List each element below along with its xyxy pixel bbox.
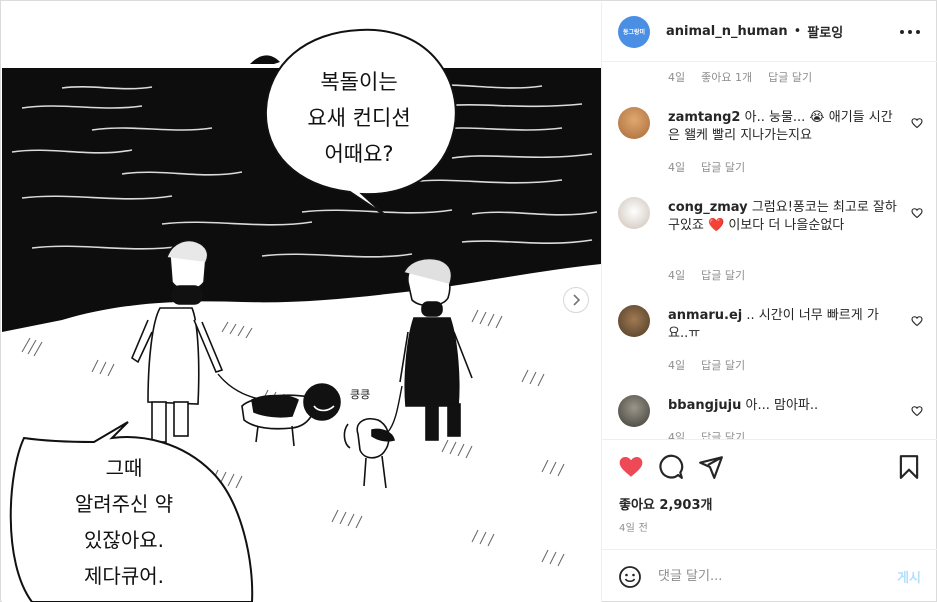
comment-likes[interactable]: 좋아요 1개 <box>701 69 752 85</box>
avatar-logo-text: 동그랑미 <box>622 29 646 36</box>
comment-icon[interactable] <box>658 454 684 480</box>
commenter-username[interactable]: anmaru.ej <box>668 308 742 323</box>
reply-button[interactable]: 답글 달기 <box>701 267 745 283</box>
next-image-button[interactable] <box>563 287 589 313</box>
commenter-username[interactable]: bbangjuju <box>668 398 741 413</box>
comments-list[interactable]: 4일 좋아요 1개 답글 달기 zamtang2 아.. 눙물... 😭 애기들… <box>602 63 937 439</box>
header-separator: • <box>793 24 802 39</box>
comment-age: 4일 <box>668 71 686 84</box>
commenter-avatar[interactable] <box>618 305 650 337</box>
author-username[interactable]: animal_n_human <box>666 24 788 39</box>
comment-meta: 4일 답글 달기 <box>668 357 745 373</box>
commenter-username[interactable]: cong_zmay <box>668 200 748 215</box>
comment-text: anmaru.ej .. 시간이 너무 빠르게 가요..ㅠ <box>668 307 898 343</box>
speech-line: 어때요? <box>324 142 394 166</box>
speech-line: 요새 컨디션 <box>307 106 411 130</box>
like-comment-heart-icon[interactable] <box>911 207 923 219</box>
post-actions: 좋아요 2,903개 4일 전 <box>602 439 937 549</box>
speech-line: 그때 <box>105 456 143 480</box>
like-comment-heart-icon[interactable] <box>911 315 923 327</box>
commenter-avatar[interactable] <box>618 107 650 139</box>
chevron-right-icon <box>573 294 581 306</box>
commenter-avatar[interactable] <box>618 395 650 427</box>
speech-line: 제다큐어. <box>84 564 164 588</box>
commenter-avatar[interactable] <box>618 197 650 229</box>
reply-button[interactable]: 답글 달기 <box>701 357 745 373</box>
speech-bubble-top: 복돌이는 요새 컨디션 어때요? <box>284 64 434 172</box>
author-avatar[interactable]: 동그랑미 <box>618 15 650 48</box>
comment-text: zamtang2 아.. 눙물... 😭 애기들 시간은 왤케 빨리 지나가는지… <box>668 109 898 145</box>
reply-button[interactable]: 답글 달기 <box>701 159 745 175</box>
liked-heart-icon[interactable] <box>618 454 644 480</box>
speech-line: 알려주신 약 <box>74 492 174 516</box>
comment-text: cong_zmay 그럼요!퐁코는 최고로 잘하구있죠 ❤️ 이보다 더 나을순… <box>668 199 898 235</box>
sound-effect: 킁킁 <box>350 388 371 401</box>
post-comment-button[interactable]: 게시 <box>897 567 921 586</box>
more-options-icon[interactable] <box>900 24 920 40</box>
commenter-username[interactable]: zamtang2 <box>668 110 740 125</box>
post-timestamp[interactable]: 4일 전 <box>619 519 648 534</box>
like-comment-heart-icon[interactable] <box>911 405 923 417</box>
comment-age: 4일 <box>668 359 686 372</box>
comment-meta: 4일 답글 달기 <box>668 159 745 175</box>
comment-age: 4일 <box>668 431 686 439</box>
comment-text: bbangjuju 아... 맘아파.. <box>668 397 898 415</box>
like-comment-heart-icon[interactable] <box>911 117 923 129</box>
post-header: 동그랑미 animal_n_human • 팔로잉 <box>602 2 937 62</box>
reply-button[interactable]: 답글 달기 <box>701 429 745 439</box>
speech-line: 있잖아요. <box>84 528 164 552</box>
post-dialog: 복돌이는 요새 컨디션 어때요? 그때 알려주신 약 있잖아요. 제다큐어. 킁… <box>0 0 937 602</box>
comment-meta: 4일 답글 달기 <box>668 267 745 283</box>
speech-bubble-bottom: 그때 알려주신 약 있잖아요. 제다큐어. <box>24 450 224 594</box>
comment-meta: 4일 답글 달기 <box>668 429 745 439</box>
caption-meta: 4일 좋아요 1개 답글 달기 <box>668 69 812 85</box>
likes-count[interactable]: 좋아요 2,903개 <box>619 494 713 513</box>
comment-input[interactable] <box>658 565 878 587</box>
comment-body: 아... 맘아파.. <box>745 398 819 413</box>
comment-age: 4일 <box>668 161 686 174</box>
following-button[interactable]: 팔로잉 <box>807 22 843 41</box>
post-image[interactable]: 복돌이는 요새 컨디션 어때요? 그때 알려주신 약 있잖아요. 제다큐어. 킁… <box>2 2 601 602</box>
bookmark-icon[interactable] <box>896 454 922 480</box>
comment-age: 4일 <box>668 269 686 282</box>
post-sidebar: 동그랑미 animal_n_human • 팔로잉 4일 좋아요 1개 답글 달… <box>601 2 937 602</box>
emoji-icon[interactable] <box>618 565 642 589</box>
reply-button[interactable]: 답글 달기 <box>768 69 812 85</box>
speech-line: 복돌이는 <box>320 70 398 94</box>
share-icon[interactable] <box>698 454 724 480</box>
comment-composer: 게시 <box>602 549 937 602</box>
